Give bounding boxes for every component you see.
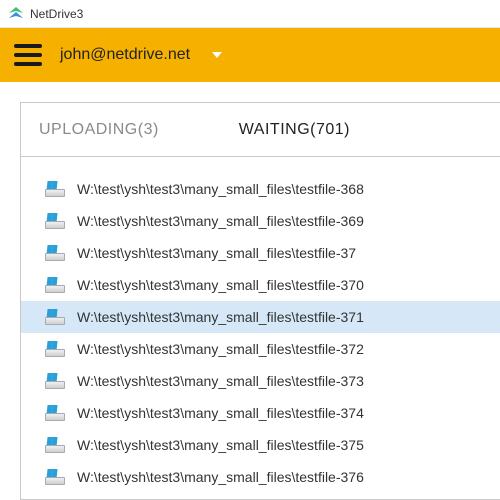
menu-button[interactable] xyxy=(14,44,42,66)
file-row[interactable]: W:\test\ysh\test3\many_small_files\testf… xyxy=(21,237,500,269)
file-path: W:\test\ysh\test3\many_small_files\testf… xyxy=(77,181,364,197)
window-title: NetDrive3 xyxy=(30,7,83,21)
file-path: W:\test\ysh\test3\many_small_files\testf… xyxy=(77,405,364,421)
file-row[interactable]: W:\test\ysh\test3\many_small_files\testf… xyxy=(21,397,500,429)
drive-icon xyxy=(45,213,65,229)
file-path: W:\test\ysh\test3\many_small_files\testf… xyxy=(77,245,356,261)
window-titlebar: NetDrive3 xyxy=(0,0,500,28)
file-path: W:\test\ysh\test3\many_small_files\testf… xyxy=(77,277,364,293)
drive-icon xyxy=(45,437,65,453)
file-list: W:\test\ysh\test3\many_small_files\testf… xyxy=(21,157,500,493)
file-row[interactable]: W:\test\ysh\test3\many_small_files\testf… xyxy=(21,173,500,205)
drive-icon xyxy=(45,309,65,325)
file-path: W:\test\ysh\test3\many_small_files\testf… xyxy=(77,309,364,325)
file-path: W:\test\ysh\test3\many_small_files\testf… xyxy=(77,469,364,485)
file-row[interactable]: W:\test\ysh\test3\many_small_files\testf… xyxy=(21,365,500,397)
tab-uploading[interactable]: UPLOADING(3) xyxy=(21,103,199,157)
file-path: W:\test\ysh\test3\many_small_files\testf… xyxy=(77,373,364,389)
account-dropdown-icon[interactable] xyxy=(212,52,222,58)
drive-icon xyxy=(45,341,65,357)
app-logo-icon xyxy=(8,6,24,22)
content-area: UPLOADING(3) WAITING(701) W:\test\ysh\te… xyxy=(0,82,500,500)
queue-panel: UPLOADING(3) WAITING(701) W:\test\ysh\te… xyxy=(20,102,500,500)
file-path: W:\test\ysh\test3\many_small_files\testf… xyxy=(77,437,364,453)
file-row[interactable]: W:\test\ysh\test3\many_small_files\testf… xyxy=(21,461,500,493)
drive-icon xyxy=(45,405,65,421)
drive-icon xyxy=(45,181,65,197)
file-row[interactable]: W:\test\ysh\test3\many_small_files\testf… xyxy=(21,429,500,461)
tab-waiting[interactable]: WAITING(701) xyxy=(199,103,390,157)
file-path: W:\test\ysh\test3\many_small_files\testf… xyxy=(77,341,364,357)
queue-tabs: UPLOADING(3) WAITING(701) xyxy=(21,103,500,157)
file-row[interactable]: W:\test\ysh\test3\many_small_files\testf… xyxy=(21,269,500,301)
app-header: john@netdrive.net xyxy=(0,28,500,82)
file-path: W:\test\ysh\test3\many_small_files\testf… xyxy=(77,213,364,229)
user-email[interactable]: john@netdrive.net xyxy=(60,46,190,64)
file-row[interactable]: W:\test\ysh\test3\many_small_files\testf… xyxy=(21,333,500,365)
tab-uploading-label: UPLOADING(3) xyxy=(39,121,159,139)
drive-icon xyxy=(45,277,65,293)
drive-icon xyxy=(45,373,65,389)
tab-waiting-label: WAITING(701) xyxy=(239,121,350,139)
drive-icon xyxy=(45,245,65,261)
file-row[interactable]: W:\test\ysh\test3\many_small_files\testf… xyxy=(21,205,500,237)
file-row[interactable]: W:\test\ysh\test3\many_small_files\testf… xyxy=(21,301,500,333)
drive-icon xyxy=(45,469,65,485)
